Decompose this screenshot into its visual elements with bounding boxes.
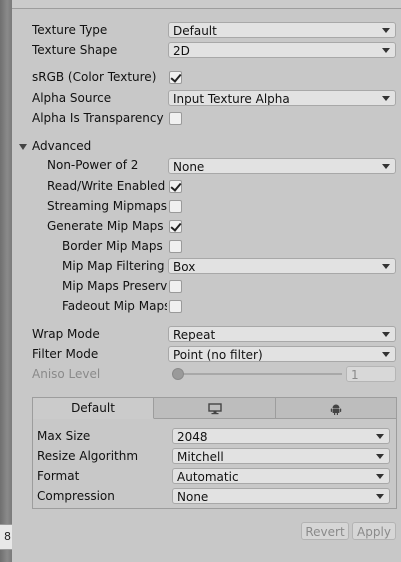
chevron-down-icon <box>382 28 390 33</box>
mip-map-filtering-value: Box <box>173 260 196 274</box>
chevron-down-icon <box>382 332 390 337</box>
mip-maps-preserve-checkbox[interactable] <box>169 280 182 293</box>
scene-corner-text: 8 <box>4 530 11 543</box>
alpha-source-dropdown[interactable]: Input Texture Alpha <box>168 90 396 106</box>
scene-view-edge: 8 <box>0 0 12 562</box>
srgb-checkbox[interactable] <box>169 71 182 84</box>
mip-map-filtering-label: Mip Map Filtering <box>62 259 165 273</box>
revert-button[interactable]: Revert <box>301 522 349 540</box>
compression-value: None <box>177 490 209 504</box>
format-value: Automatic <box>177 470 239 484</box>
filter-mode-dropdown[interactable]: Point (no filter) <box>168 346 396 362</box>
filter-mode-label: Filter Mode <box>32 347 99 361</box>
tab-default-label: Default <box>71 401 115 415</box>
platform-tabs: Default <box>33 398 396 419</box>
texture-shape-value: 2D <box>173 44 190 58</box>
streaming-mipmaps-label: Streaming Mipmaps <box>47 199 168 213</box>
texture-import-inspector: Texture Type Default Texture Shape 2D sR… <box>12 0 401 562</box>
resize-algorithm-dropdown[interactable]: Mitchell <box>172 448 390 464</box>
inspector-header-edge <box>12 0 401 9</box>
chevron-down-icon <box>382 164 390 169</box>
alpha-is-transparency-checkbox[interactable] <box>169 112 182 125</box>
aniso-level-slider-track <box>172 373 342 375</box>
advanced-foldout-label[interactable]: Advanced <box>32 137 152 155</box>
foldout-expanded-icon[interactable] <box>19 144 27 150</box>
texture-type-dropdown[interactable]: Default <box>168 22 396 38</box>
read-write-label: Read/Write Enabled <box>47 179 166 193</box>
texture-type-value: Default <box>173 24 217 38</box>
aniso-level-field: 1 <box>346 366 396 382</box>
tab-default[interactable]: Default <box>33 398 154 419</box>
mip-map-filtering-dropdown[interactable]: Box <box>168 258 396 274</box>
aniso-level-slider-knob <box>172 368 184 380</box>
border-mip-maps-label: Border Mip Maps <box>62 239 163 253</box>
tab-standalone[interactable] <box>154 398 276 419</box>
compression-label: Compression <box>37 489 115 503</box>
texture-shape-dropdown[interactable]: 2D <box>168 42 396 58</box>
texture-shape-label: Texture Shape <box>32 43 118 57</box>
tab-android[interactable] <box>276 398 396 419</box>
wrap-mode-value: Repeat <box>173 328 216 342</box>
streaming-mipmaps-checkbox[interactable] <box>169 200 182 213</box>
wrap-mode-label: Wrap Mode <box>32 327 100 341</box>
max-size-dropdown[interactable]: 2048 <box>172 428 390 444</box>
fadeout-mip-maps-label: Fadeout Mip Maps <box>62 299 167 313</box>
platform-settings-box: Default Max Size 2048 Resize Algorithm M… <box>32 397 397 509</box>
texture-type-label: Texture Type <box>32 23 108 37</box>
format-label: Format <box>37 469 80 483</box>
generate-mip-maps-label: Generate Mip Maps <box>47 219 164 233</box>
alpha-is-transparency-label: Alpha Is Transparency <box>32 111 164 125</box>
aniso-level-label: Aniso Level <box>32 367 101 381</box>
read-write-checkbox[interactable] <box>169 180 182 193</box>
max-size-value: 2048 <box>177 430 208 444</box>
android-icon <box>330 404 342 415</box>
scene-view-footer: 8 <box>0 524 12 550</box>
resize-algorithm-value: Mitchell <box>177 450 224 464</box>
format-dropdown[interactable]: Automatic <box>172 468 390 484</box>
mip-maps-preserve-label: Mip Maps Preserve <box>62 279 167 293</box>
chevron-down-icon <box>376 494 384 499</box>
border-mip-maps-checkbox[interactable] <box>169 240 182 253</box>
non-power-of-2-value: None <box>173 160 205 174</box>
monitor-icon <box>208 403 222 415</box>
chevron-down-icon <box>376 434 384 439</box>
alpha-source-label: Alpha Source <box>32 91 112 105</box>
max-size-label: Max Size <box>37 429 91 443</box>
fadeout-mip-maps-checkbox[interactable] <box>169 300 182 313</box>
compression-dropdown[interactable]: None <box>172 488 390 504</box>
generate-mip-maps-checkbox[interactable] <box>169 220 182 233</box>
srgb-label: sRGB (Color Texture) <box>32 70 157 84</box>
chevron-down-icon <box>376 474 384 479</box>
chevron-down-icon <box>382 96 390 101</box>
alpha-source-value: Input Texture Alpha <box>173 92 290 106</box>
non-power-of-2-dropdown[interactable]: None <box>168 158 396 174</box>
chevron-down-icon <box>376 454 384 459</box>
chevron-down-icon <box>382 48 390 53</box>
wrap-mode-dropdown[interactable]: Repeat <box>168 326 396 342</box>
non-power-of-2-label: Non-Power of 2 <box>47 158 139 172</box>
filter-mode-value: Point (no filter) <box>173 348 263 362</box>
apply-button[interactable]: Apply <box>352 522 396 540</box>
resize-algorithm-label: Resize Algorithm <box>37 449 139 463</box>
chevron-down-icon <box>382 352 390 357</box>
chevron-down-icon <box>382 264 390 269</box>
